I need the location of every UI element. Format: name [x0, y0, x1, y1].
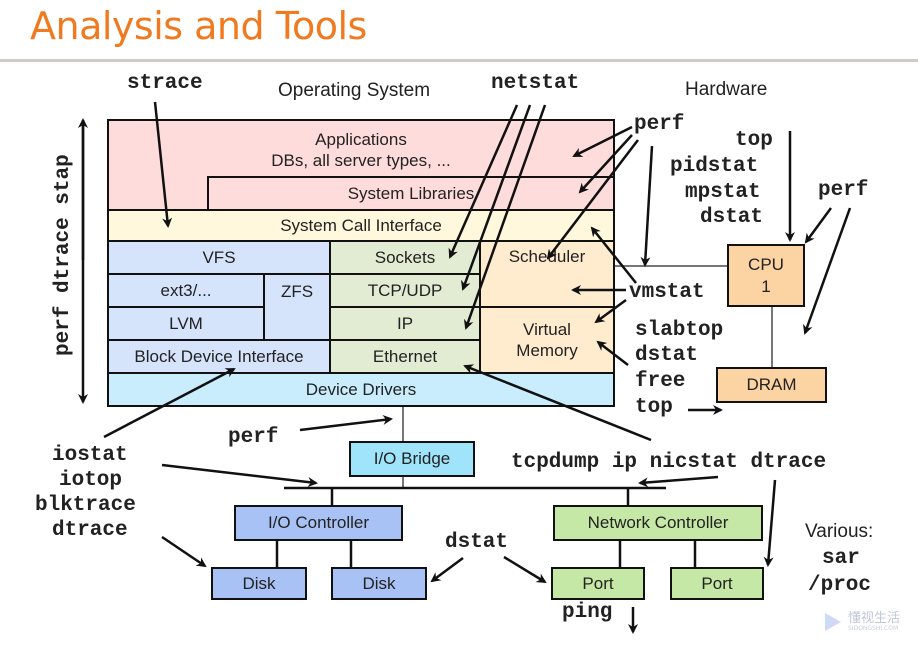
watermark-text: 懂视生活 — [848, 611, 901, 626]
various-label: Various: — [805, 521, 874, 542]
arrow-perf-dram — [803, 207, 852, 335]
tool-vmstat: vmstat — [629, 281, 705, 304]
tool-pidstat: pidstat — [670, 155, 759, 178]
tool-strace: strace — [127, 72, 203, 95]
arrow-slabtop-vm — [596, 340, 629, 366]
arrow-dtrace-disk — [161, 535, 207, 568]
arrow-dstat-port — [503, 555, 547, 584]
tool-dstat-cpu: dstat — [700, 206, 764, 229]
tool-iotop: iotop — [59, 469, 123, 492]
arrow-vmstat-vm — [594, 298, 627, 324]
arrow-strace — [153, 101, 173, 228]
tool-dstat-devices: dstat — [445, 531, 509, 554]
tool-perf-hardware: perf — [818, 179, 869, 202]
arrow-tcpdump-ethernet — [463, 364, 652, 442]
tool-perf-dtrace-stap: perf dtrace stap — [51, 154, 75, 356]
arrow-perf-bus — [640, 145, 654, 267]
tool-sar: sar — [822, 547, 860, 570]
arrow-tcpdump-bus — [638, 475, 719, 488]
arrow-dstat-disk — [430, 556, 464, 583]
tool-iostat: iostat — [52, 444, 128, 467]
arrow-netstat-2 — [461, 104, 532, 291]
tool-proc: /proc — [808, 574, 872, 597]
tool-mpstat: mpstat — [685, 181, 761, 204]
tool-tcpdump-ip-nicstat-dtrace: tcpdump ip nicstat dtrace — [511, 451, 827, 474]
tool-free: free — [635, 370, 686, 393]
tool-blktrace: blktrace — [35, 494, 136, 517]
tool-top-mem: top — [635, 396, 673, 419]
tool-dstat-mem: dstat — [635, 344, 699, 367]
arrow-perf-cpu — [804, 207, 833, 244]
tool-top-cpu: top — [735, 129, 773, 152]
arrow-netstat-3 — [463, 104, 547, 330]
arrow-dtrace-port — [763, 479, 777, 567]
tool-perf-io: perf — [228, 426, 279, 449]
watermark: 懂视生活 SIDONGSHI.COM — [822, 611, 900, 633]
arrow-perf-apps — [572, 125, 633, 158]
arrow-iostat-bus — [161, 463, 318, 488]
tool-ping: ping — [562, 601, 613, 624]
tool-perf-stack: perf — [634, 113, 685, 136]
watermark-subtext: SIDONGSHI.COM — [848, 625, 899, 632]
tool-slabtop: slabtop — [635, 319, 724, 342]
tool-dtrace-io: dtrace — [52, 519, 128, 542]
play-logo-icon — [825, 613, 841, 631]
arrow-iostat-blockdev — [103, 367, 236, 439]
arrow-perf-sched — [546, 139, 639, 260]
tool-netstat: netstat — [491, 72, 580, 95]
arrow-perf-bridge — [299, 414, 393, 432]
arrow-vmstat-syscall — [590, 226, 637, 284]
